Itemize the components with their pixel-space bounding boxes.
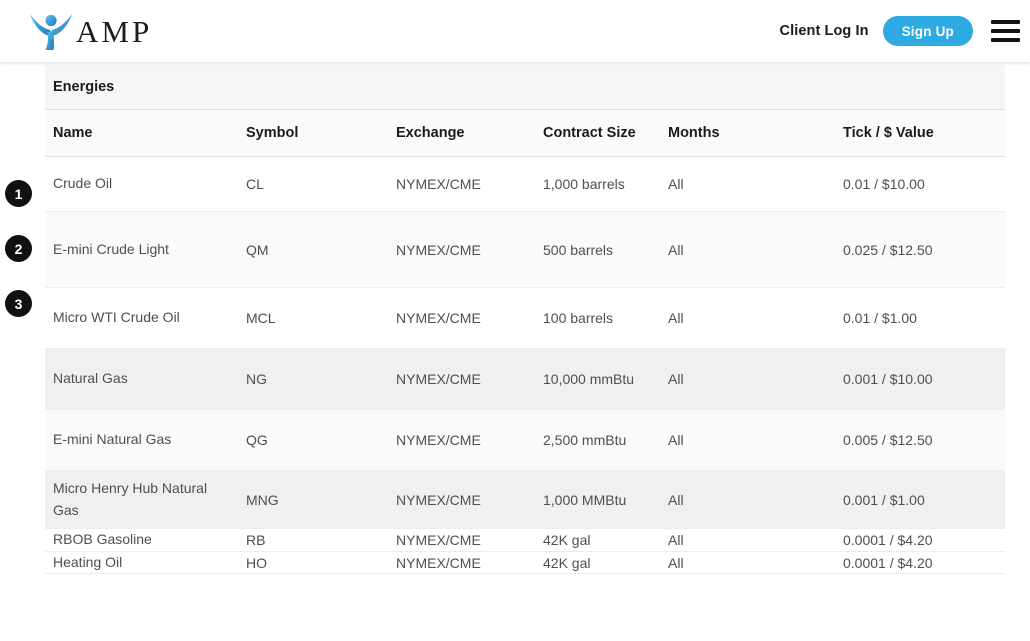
- amp-logo-icon: [28, 11, 74, 51]
- hamburger-menu-icon[interactable]: [989, 16, 1022, 46]
- cell-contract-size: 1,000 MMBtu: [543, 492, 668, 508]
- annotation-badge-3: 3: [5, 290, 32, 317]
- cell-name: E-mini Crude Light: [53, 239, 246, 261]
- cell-months: All: [668, 492, 843, 508]
- hamburger-bar: [991, 29, 1020, 33]
- cell-tick-value: 0.001 / $1.00: [843, 492, 1005, 508]
- cell-contract-size: 100 barrels: [543, 310, 668, 326]
- cell-tick-value: 0.001 / $10.00: [843, 371, 1005, 387]
- amp-logo[interactable]: AMP: [28, 11, 152, 51]
- cell-symbol: QM: [246, 242, 396, 258]
- column-header-months: Months: [668, 125, 843, 141]
- cell-symbol: CL: [246, 176, 396, 192]
- cell-exchange: NYMEX/CME: [396, 555, 543, 571]
- cell-name: Micro WTI Crude Oil: [53, 307, 246, 329]
- cell-exchange: NYMEX/CME: [396, 371, 543, 387]
- signup-button[interactable]: Sign Up: [883, 16, 973, 46]
- cell-contract-size: 42K gal: [543, 532, 668, 548]
- cell-tick-value: 0.005 / $12.50: [843, 432, 1005, 448]
- cell-name: RBOB Gasoline: [53, 529, 246, 551]
- cell-months: All: [668, 310, 843, 326]
- cell-symbol: RB: [246, 532, 396, 548]
- column-header-exchange: Exchange: [396, 125, 543, 141]
- annotation-badge-2: 2: [5, 235, 32, 262]
- cell-symbol: HO: [246, 555, 396, 571]
- hamburger-bar: [991, 20, 1020, 24]
- cell-exchange: NYMEX/CME: [396, 310, 543, 326]
- table-row-micro-henry-hub-natural-gas: Micro Henry Hub Natural Gas MNG NYMEX/CM…: [45, 471, 1005, 529]
- cell-tick-value: 0.01 / $10.00: [843, 176, 1005, 192]
- cell-months: All: [668, 555, 843, 571]
- cell-exchange: NYMEX/CME: [396, 432, 543, 448]
- cell-months: All: [668, 371, 843, 387]
- cell-months: All: [668, 242, 843, 258]
- header-actions: Client Log In Sign Up: [780, 16, 1023, 46]
- cell-exchange: NYMEX/CME: [396, 242, 543, 258]
- cell-months: All: [668, 532, 843, 548]
- cell-contract-size: 2,500 mmBtu: [543, 432, 668, 448]
- cell-name: E-mini Natural Gas: [53, 429, 246, 451]
- cell-tick-value: 0.0001 / $4.20: [843, 532, 1005, 548]
- table-row-micro-wti-crude-oil: Micro WTI Crude Oil MCL NYMEX/CME 100 ba…: [45, 288, 1005, 349]
- table-row-emini-natural-gas: E-mini Natural Gas QG NYMEX/CME 2,500 mm…: [45, 410, 1005, 471]
- table-column-header-row: Name Symbol Exchange Contract Size Month…: [45, 110, 1005, 157]
- cell-contract-size: 42K gal: [543, 555, 668, 571]
- cell-exchange: NYMEX/CME: [396, 532, 543, 548]
- cell-symbol: MNG: [246, 492, 396, 508]
- amp-logo-text: AMP: [76, 16, 152, 47]
- cell-contract-size: 500 barrels: [543, 242, 668, 258]
- cell-name: Micro Henry Hub Natural Gas: [53, 478, 246, 521]
- cell-months: All: [668, 432, 843, 448]
- cell-symbol: MCL: [246, 310, 396, 326]
- site-header: AMP Client Log In Sign Up: [0, 0, 1030, 62]
- hamburger-bar: [991, 38, 1020, 42]
- table-row-rbob-gasoline: RBOB Gasoline RB NYMEX/CME 42K gal All 0…: [45, 529, 1005, 552]
- cell-symbol: NG: [246, 371, 396, 387]
- table-group-header: Energies: [45, 65, 1005, 110]
- table-row-crude-oil: Crude Oil CL NYMEX/CME 1,000 barrels All…: [45, 157, 1005, 212]
- cell-tick-value: 0.025 / $12.50: [843, 242, 1005, 258]
- cell-contract-size: 10,000 mmBtu: [543, 371, 668, 387]
- page-main: 1 2 3 Energies Name Symbol Exchange Cont…: [0, 65, 1030, 641]
- energies-spec-table: Energies Name Symbol Exchange Contract S…: [45, 65, 1005, 574]
- annotation-badge-1: 1: [5, 180, 32, 207]
- cell-exchange: NYMEX/CME: [396, 492, 543, 508]
- cell-name: Crude Oil: [53, 173, 246, 195]
- cell-name: Heating Oil: [53, 552, 246, 574]
- table-row-heating-oil: Heating Oil HO NYMEX/CME 42K gal All 0.0…: [45, 552, 1005, 575]
- cell-contract-size: 1,000 barrels: [543, 176, 668, 192]
- cell-tick-value: 0.0001 / $4.20: [843, 555, 1005, 571]
- cell-name: Natural Gas: [53, 368, 246, 390]
- client-login-link[interactable]: Client Log In: [780, 23, 869, 39]
- cell-months: All: [668, 176, 843, 192]
- table-row-natural-gas: Natural Gas NG NYMEX/CME 10,000 mmBtu Al…: [45, 349, 1005, 410]
- table-row-emini-crude-light: E-mini Crude Light QM NYMEX/CME 500 barr…: [45, 212, 1005, 288]
- cell-exchange: NYMEX/CME: [396, 176, 543, 192]
- column-header-name: Name: [53, 125, 246, 141]
- column-header-contract-size: Contract Size: [543, 125, 668, 141]
- cell-tick-value: 0.01 / $1.00: [843, 310, 1005, 326]
- column-header-tick-value: Tick / $ Value: [843, 125, 1005, 141]
- cell-symbol: QG: [246, 432, 396, 448]
- column-header-symbol: Symbol: [246, 125, 396, 141]
